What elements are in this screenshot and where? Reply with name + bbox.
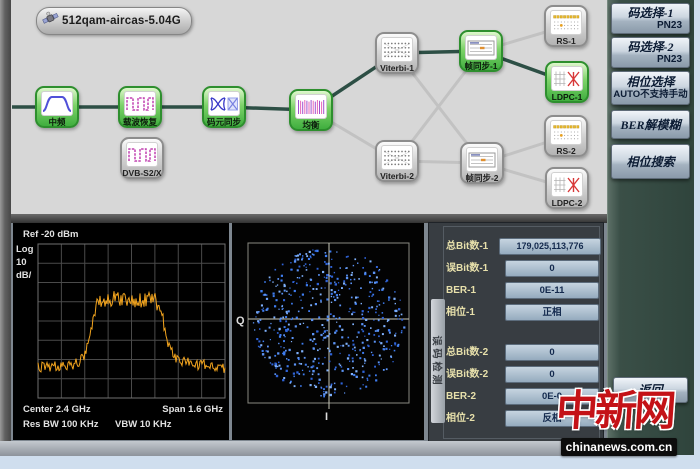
right-button-value: PN23	[612, 54, 689, 66]
eye-icon	[208, 91, 240, 116]
stat-value: 0	[505, 260, 599, 277]
framesync-icon	[466, 147, 498, 172]
right-button-value: AUTO不支持手动	[612, 89, 689, 101]
constellation-plot	[232, 223, 424, 440]
chinanews-logo: 中新网	[554, 386, 700, 440]
node-label: LDPC-2	[547, 197, 587, 210]
constellation-display: Q I	[232, 223, 424, 440]
stat-label: 误Bit数-2	[446, 367, 488, 382]
right-button-3[interactable]: 相位选择AUTO不支持手动	[611, 71, 690, 105]
signal-title-pill[interactable]: 512qam-aircas-5.04G	[36, 7, 192, 35]
db-per-div-label: dB/	[16, 270, 31, 281]
node-ldpc2[interactable]: LDPC-2	[545, 167, 589, 209]
log-label: Log	[16, 244, 33, 255]
stat-label: BER-2	[446, 389, 476, 404]
node-label: RS-1	[546, 35, 586, 48]
stat-value: 正相	[505, 304, 599, 321]
stat-label: 总Bit数-1	[446, 239, 488, 254]
stat-label: 相位-2	[446, 411, 475, 426]
node-label: 码元同步	[204, 116, 244, 129]
node-label: 载波恢复	[120, 116, 160, 129]
log-scale-label: 10	[16, 257, 27, 268]
node-label: LDPC-1	[547, 91, 587, 104]
signal-title: 512qam-aircas-5.04G	[62, 15, 181, 27]
spectrum-analyzer-display: Ref -20 dBm Log 10 dB/ Center 2.4 GHz Sp…	[13, 223, 229, 440]
right-button-2[interactable]: 码选择-2PN23	[611, 37, 690, 68]
video-bw-label: VBW 10 KHz	[115, 419, 171, 430]
right-button-4[interactable]: BER解模糊	[611, 110, 690, 139]
node-label: 中频	[37, 116, 77, 129]
node-mayuan[interactable]: 码元同步	[202, 86, 246, 128]
node-dvb[interactable]: DVB-S2/X	[120, 137, 164, 179]
rs-icon	[550, 10, 582, 35]
right-button-label: 码选择-2	[612, 40, 689, 54]
stat-value: 179,025,113,776	[499, 238, 601, 255]
squarewave-icon	[124, 91, 156, 116]
node-label: Viterbi-1	[377, 62, 417, 75]
stat-value: 0E-11	[505, 282, 599, 299]
node-label: 均衡	[291, 119, 331, 132]
right-button-value: PN23	[612, 20, 689, 32]
left-edge-bar	[0, 0, 11, 452]
node-label: DVB-S2/X	[122, 167, 162, 180]
stat-value: 0	[505, 366, 599, 383]
app-window: 中频 载波恢复 码元同步 均衡 DVB-S2/X Viterbi-1 Viterbi-2 帧同…	[0, 0, 700, 469]
chinanews-url-badge: chinanews.com.cn	[561, 438, 677, 456]
stat-label: BER-1	[446, 283, 476, 298]
ref-level-label: Ref -20 dBm	[23, 229, 78, 240]
center-freq-label: Center 2.4 GHz	[23, 404, 91, 415]
satellite-icon	[42, 10, 59, 32]
squarewave-icon	[126, 142, 158, 167]
node-zhongpin[interactable]: 中频	[35, 86, 79, 128]
span-label: Span 1.6 GHz	[162, 404, 223, 415]
stat-label: 相位-1	[446, 305, 475, 320]
i-axis-label: I	[325, 411, 328, 423]
node-rs1[interactable]: RS-1	[544, 5, 588, 47]
stat-label: 总Bit数-2	[446, 345, 488, 360]
bandpass-icon	[41, 91, 73, 116]
rs-icon	[550, 120, 582, 145]
node-label: 帧同步-1	[461, 60, 501, 73]
node-vit1[interactable]: Viterbi-1	[375, 32, 419, 74]
resolution-bw-label: Res BW 100 KHz	[23, 419, 99, 430]
node-ldpc1[interactable]: LDPC-1	[545, 61, 589, 103]
node-frame2[interactable]: 帧同步-2	[460, 142, 504, 184]
right-button-label: 码选择-1	[612, 6, 689, 20]
ldpc-icon	[551, 66, 583, 91]
trellis-icon	[381, 145, 413, 170]
stat-value: 0	[505, 344, 599, 361]
right-button-5[interactable]: 相位搜索	[611, 144, 690, 179]
stat-label: 误Bit数-1	[446, 261, 488, 276]
node-label: 帧同步-2	[462, 172, 502, 185]
node-vit2[interactable]: Viterbi-2	[375, 140, 419, 182]
node-zaibo[interactable]: 载波恢复	[118, 86, 162, 128]
right-button-label: BER解模糊	[612, 118, 689, 132]
node-junheng[interactable]: 均衡	[289, 89, 333, 131]
framesync-icon	[465, 35, 497, 60]
node-label: RS-2	[546, 145, 586, 158]
node-rs2[interactable]: RS-2	[544, 115, 588, 157]
window-bottom-edge	[0, 441, 607, 456]
node-label: Viterbi-2	[377, 170, 417, 183]
ber-detection-tab-label: 误码检测	[431, 335, 446, 387]
trellis-icon	[381, 37, 413, 62]
ldpc-icon	[551, 172, 583, 197]
comb-icon	[295, 94, 327, 119]
right-button-label: 相位搜索	[612, 155, 689, 169]
right-button-label: 相位选择	[612, 75, 689, 89]
node-frame1[interactable]: 帧同步-1	[459, 30, 503, 72]
right-button-1[interactable]: 码选择-1PN23	[611, 3, 690, 34]
q-axis-label: Q	[236, 315, 245, 327]
ber-detection-tab[interactable]: 误码检测	[431, 299, 445, 423]
